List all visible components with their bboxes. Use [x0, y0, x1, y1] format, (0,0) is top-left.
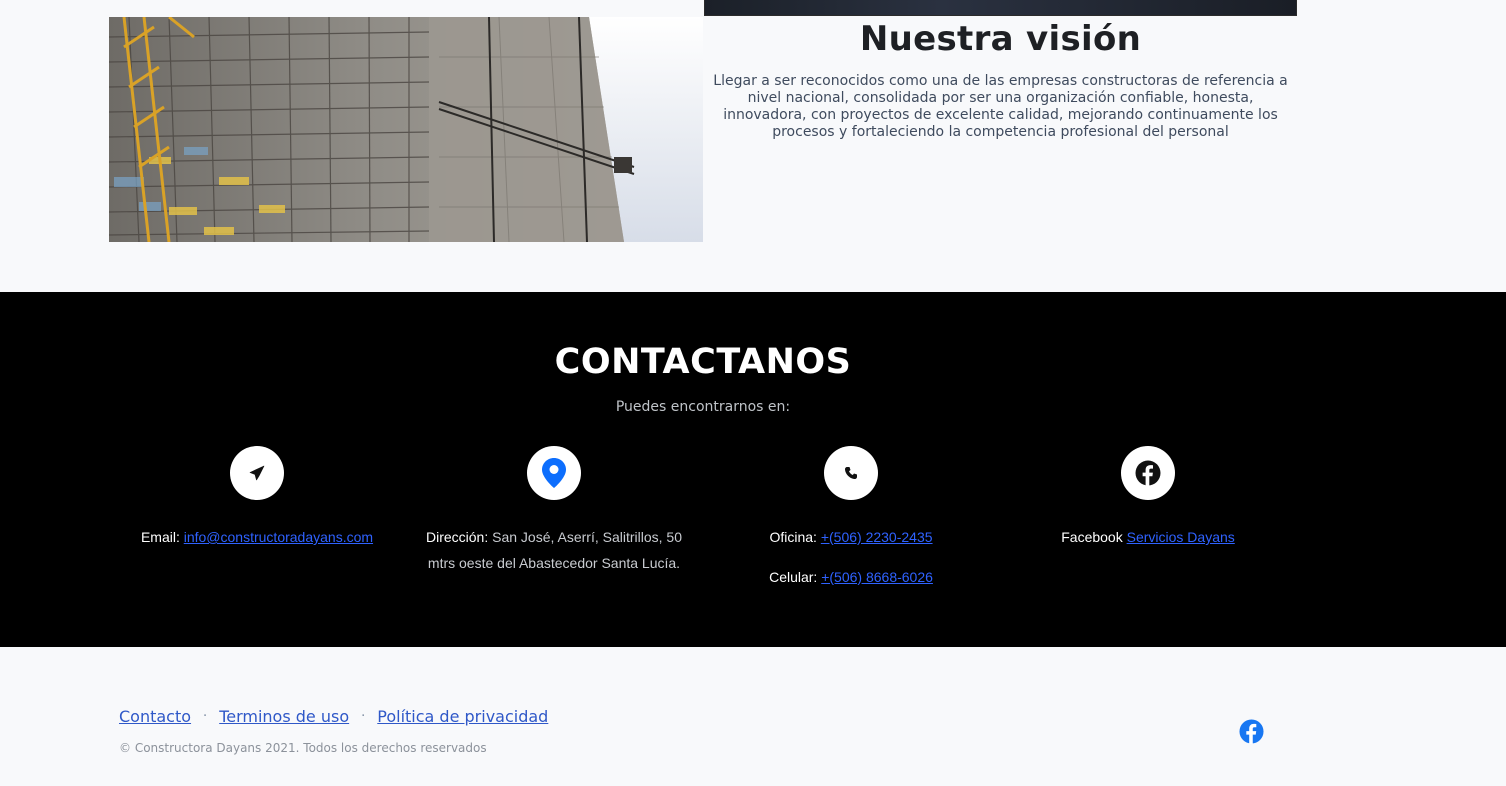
- team-photo-bottom-edge: [704, 0, 1297, 16]
- mobile-phone-line: Celular: +(506) 8668-6026: [711, 564, 991, 590]
- phone-icon: [824, 446, 878, 500]
- paper-plane-icon: [230, 446, 284, 500]
- facebook-label: Facebook: [1061, 529, 1123, 545]
- office-phone-label: Oficina:: [769, 529, 817, 545]
- office-phone-line: Oficina: +(506) 2230-2435: [711, 524, 991, 550]
- email-label: Email:: [140, 529, 180, 545]
- facebook-icon: [1121, 446, 1175, 500]
- contact-email-column: Email: info@constructoradayans.com: [117, 446, 397, 550]
- mobile-phone-link[interactable]: +(506) 8668-6026: [821, 569, 933, 585]
- contact-title: CONTACTANOS: [554, 342, 852, 382]
- facebook-link[interactable]: Servicios Dayans: [1127, 529, 1235, 545]
- copyright-text: © Constructora Dayans 2021. Todos los de…: [119, 741, 487, 755]
- email-link[interactable]: info@constructoradayans.com: [184, 529, 373, 545]
- email-line: Email: info@constructoradayans.com: [117, 524, 397, 550]
- contact-subtitle: Puedes encontrarnos en:: [615, 399, 791, 415]
- address-label: Dirección:: [425, 529, 489, 545]
- map-marker-icon: [527, 446, 581, 500]
- footer-link-contacto[interactable]: Contacto: [119, 707, 191, 726]
- contact-facebook-column: Facebook Servicios Dayans: [1008, 446, 1288, 550]
- footer-link-privacidad[interactable]: Política de privacidad: [377, 707, 548, 726]
- contact-section: CONTACTANOS Puedes encontrarnos en: Emai…: [0, 292, 1506, 647]
- footer-links: Contacto · Terminos de uso · Política de…: [119, 707, 548, 726]
- footer-link-terminos[interactable]: Terminos de uso: [219, 707, 349, 726]
- contact-address-column: Dirección: San José, Aserrí, Salitrillos…: [414, 446, 694, 576]
- footer-separator: ·: [203, 709, 208, 724]
- mobile-phone-label: Celular:: [769, 569, 818, 585]
- address-line: Dirección: San José, Aserrí, Salitrillos…: [414, 524, 694, 576]
- footer-separator: ·: [361, 709, 366, 724]
- office-phone-link[interactable]: +(506) 2230-2435: [821, 529, 933, 545]
- footer-facebook-icon[interactable]: [1239, 719, 1264, 744]
- facebook-line: Facebook Servicios Dayans: [1008, 524, 1288, 550]
- vision-block: Nuestra visión Llegar a ser reconocidos …: [704, 17, 1297, 141]
- construction-building-photo: [109, 17, 703, 242]
- vision-description: Llegar a ser reconocidos como una de las…: [713, 73, 1288, 140]
- vision-title: Nuestra visión: [859, 19, 1142, 59]
- contact-phone-column: Oficina: +(506) 2230-2435 Celular: +(506…: [711, 446, 991, 590]
